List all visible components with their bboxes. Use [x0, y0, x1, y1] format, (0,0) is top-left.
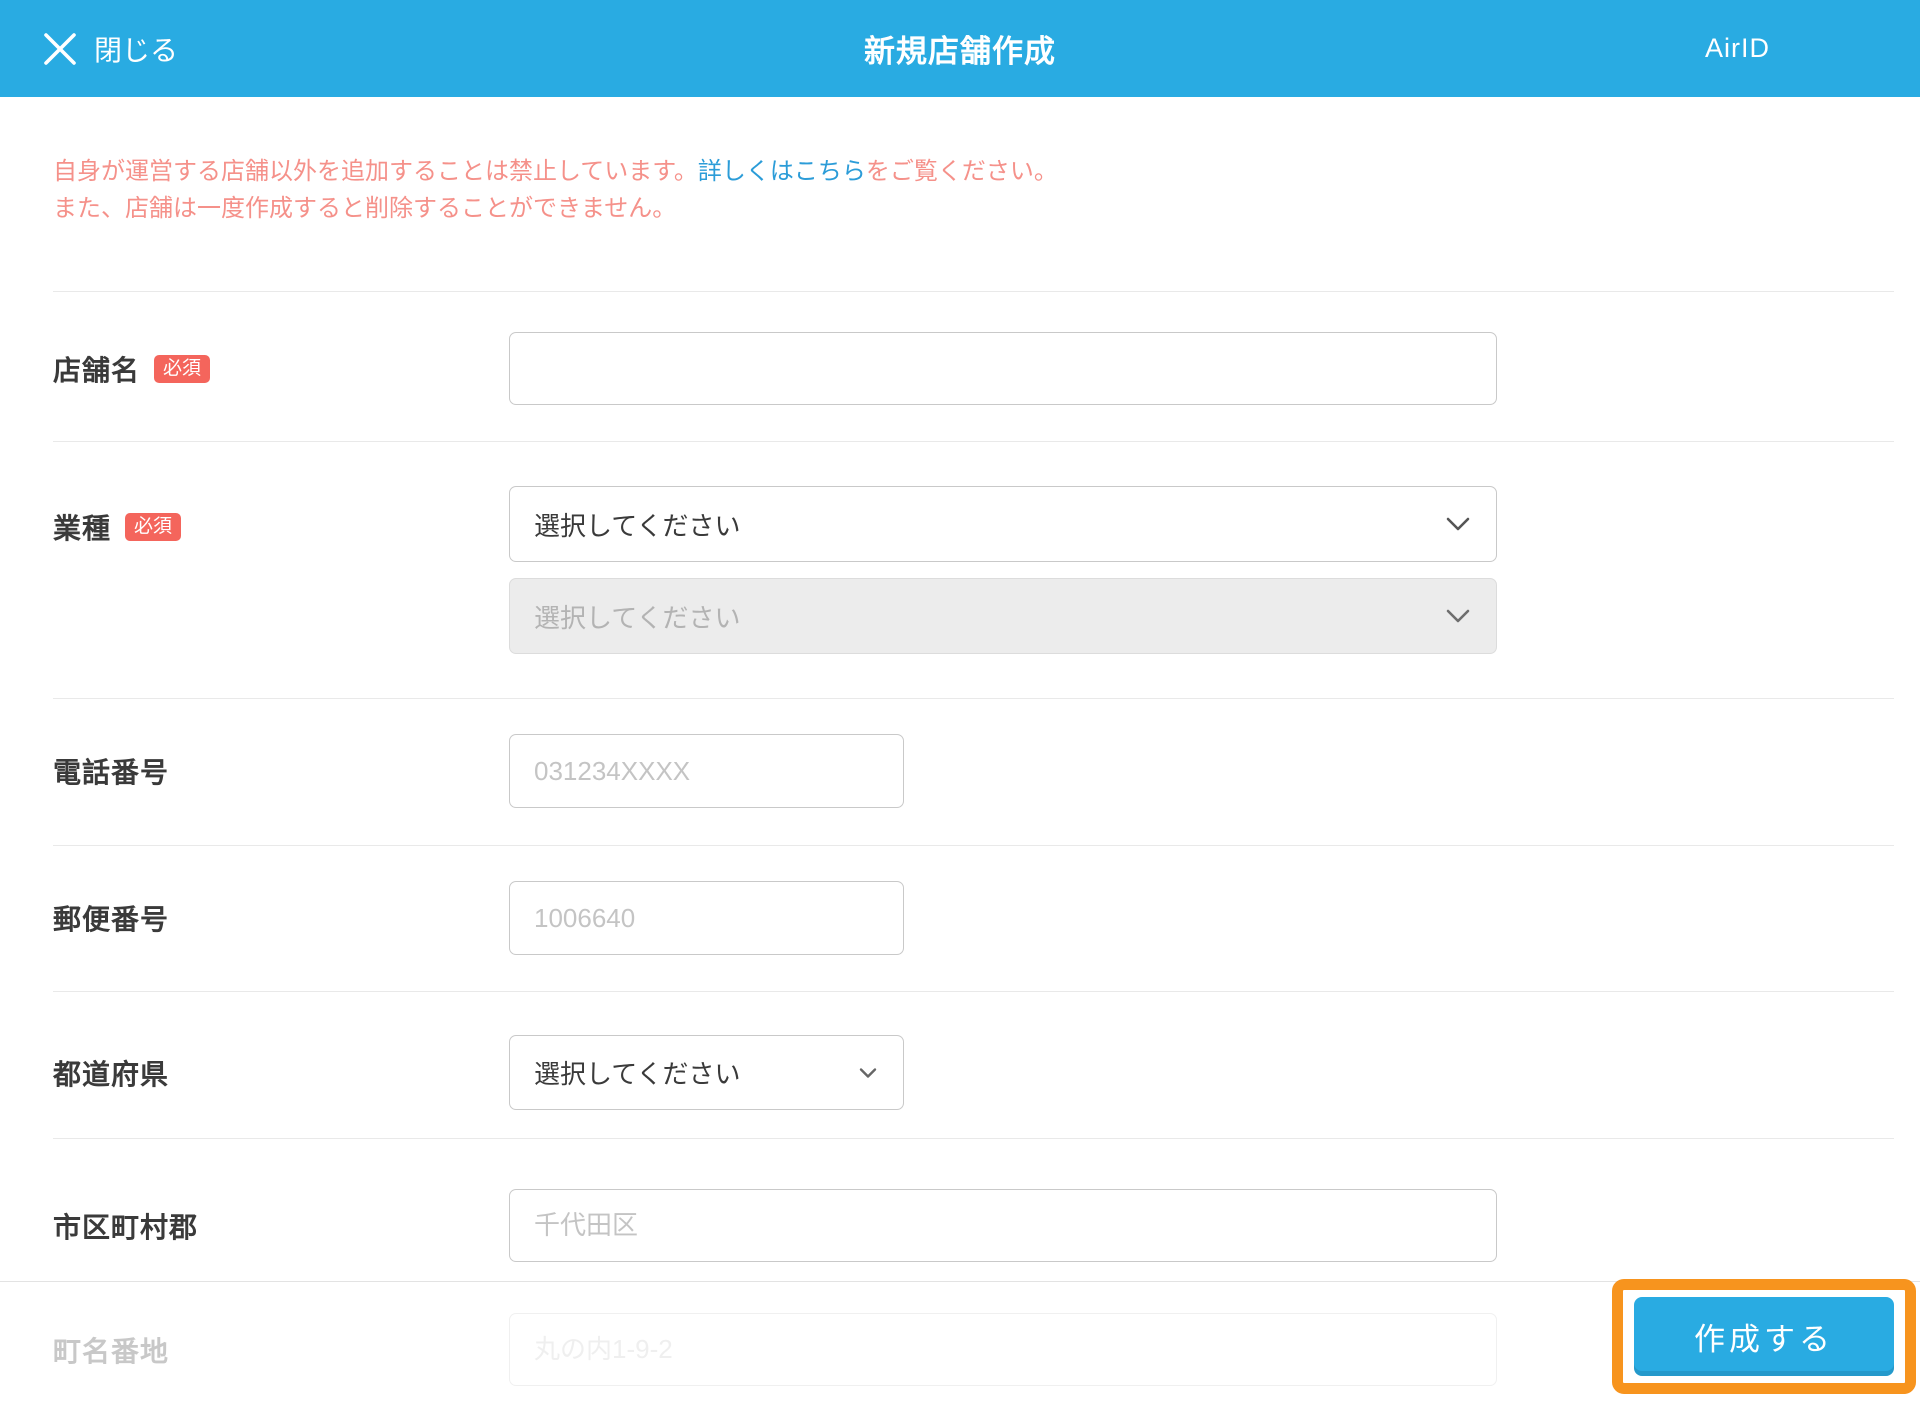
shop-name-label: 店舗名	[53, 354, 141, 386]
new-store-modal: 閉じる 新規店舗作成 AirID 自身が運営する店舗以外を追加することは禁止して…	[0, 0, 1920, 1401]
store-form: 店舗名 必須 業種 必須 選択してください 選択してください 電話番号 0312…	[53, 291, 1894, 1386]
required-badge: 必須	[125, 513, 182, 541]
notice-text-post: をご覧ください。	[865, 158, 1058, 185]
phone-label: 電話番号	[53, 757, 170, 788]
chevron-down-icon	[859, 1067, 877, 1078]
close-icon	[44, 32, 76, 65]
row-industry: 業種 必須 選択してください 選択してください	[53, 441, 1894, 698]
prefecture-label-group: 都道府県	[53, 1053, 509, 1093]
phone-label-group: 電話番号	[53, 751, 509, 791]
city-label-group: 市区町村郡	[53, 1206, 509, 1246]
notice-line-2: また、店舗は一度作成すると削除することができません。	[53, 195, 677, 222]
notice-line-1: 自身が運営する店舗以外を追加することは禁止しています。詳しくはこちらをご覧くださ…	[53, 153, 1920, 190]
chevron-down-icon	[1446, 517, 1470, 531]
industry-select-secondary-value: 選択してください	[534, 602, 741, 633]
close-button[interactable]: 閉じる	[42, 0, 178, 97]
header: 閉じる 新規店舗作成 AirID	[0, 0, 1920, 97]
brand-airid: AirID	[1705, 33, 1770, 63]
highlight-annotation: 作成する	[1612, 1279, 1916, 1394]
prefecture-select[interactable]: 選択してください	[509, 1035, 904, 1110]
close-label: 閉じる	[94, 34, 179, 66]
city-input[interactable]	[509, 1189, 1497, 1262]
prefecture-label: 都道府県	[53, 1058, 170, 1090]
industry-label-group: 業種 必須	[53, 507, 509, 547]
row-postal-code: 郵便番号	[53, 845, 1894, 991]
industry-label: 業種	[53, 513, 112, 544]
create-button[interactable]: 作成する	[1634, 1297, 1894, 1376]
details-link[interactable]: 詳しくはこちら	[698, 158, 866, 185]
chevron-down-icon	[1446, 609, 1470, 623]
row-prefecture: 都道府県 選択してください	[53, 991, 1894, 1138]
industry-select-primary[interactable]: 選択してください	[509, 486, 1497, 562]
row-phone: 電話番号	[53, 698, 1894, 845]
row-city: 市区町村郡	[53, 1138, 1894, 1298]
shop-name-label-group: 店舗名 必須	[53, 349, 509, 389]
shop-name-input[interactable]	[509, 332, 1497, 405]
row-shop-name: 店舗名 必須	[53, 291, 1894, 441]
postal-label: 郵便番号	[53, 904, 170, 935]
page-title: 新規店舗作成	[864, 34, 1056, 69]
notice-text-pre: 自身が運営する店舗以外を追加することは禁止しています。	[53, 158, 698, 185]
phone-input[interactable]	[509, 734, 904, 808]
postal-label-group: 郵便番号	[53, 898, 509, 938]
postal-code-input[interactable]	[509, 881, 904, 955]
industry-select-secondary: 選択してください	[509, 578, 1497, 654]
required-badge: 必須	[154, 354, 211, 383]
footer-bar: 作成する	[0, 1279, 1920, 1401]
warning-notice: 自身が運営する店舗以外を追加することは禁止しています。詳しくはこちらをご覧くださ…	[53, 97, 1920, 227]
industry-select-primary-value: 選択してください	[534, 510, 741, 541]
city-label: 市区町村郡	[53, 1211, 199, 1243]
prefecture-select-value: 選択してください	[534, 1059, 741, 1089]
